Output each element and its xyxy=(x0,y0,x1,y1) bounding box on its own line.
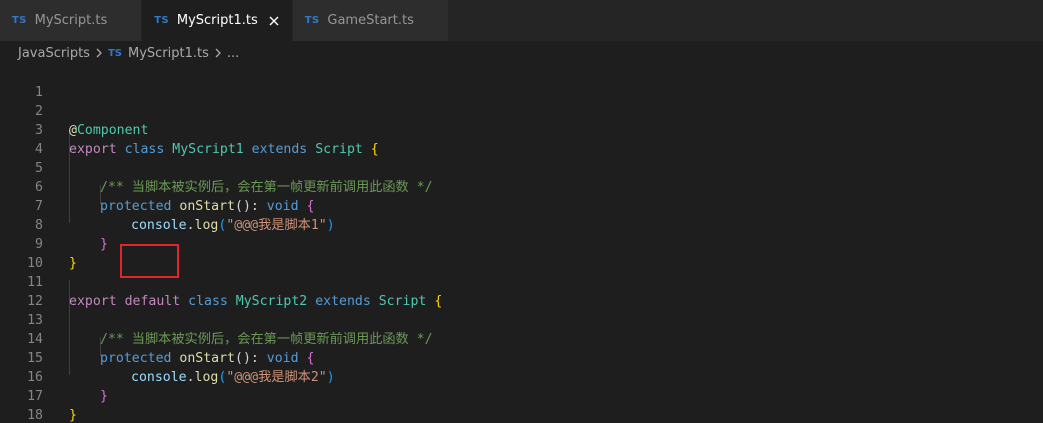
tab-myscript[interactable]: TS MyScript.ts xyxy=(0,0,143,41)
breadcrumb-folder[interactable]: JavaScripts xyxy=(18,46,90,61)
code-line: 18 xyxy=(0,387,1043,423)
code-line: 1 xyxy=(0,64,1043,100)
close-icon[interactable] xyxy=(266,13,282,29)
tab-label: GameStart.ts xyxy=(327,13,414,28)
breadcrumb-more[interactable]: ... xyxy=(227,46,239,61)
code-line: 8 } xyxy=(0,197,1043,252)
tab-label: MyScript1.ts xyxy=(176,13,258,28)
code-line: 14 protected onStart(): void { xyxy=(0,311,1043,366)
code-line: 7 console.log("@@@我是脚本1") xyxy=(0,178,1043,233)
typescript-file-icon: TS xyxy=(154,15,169,26)
annotation-highlight-box xyxy=(120,244,179,278)
code-line: 15 console.log("@@@我是脚本2") xyxy=(0,330,1043,385)
code-editor: TS MyScript.ts TS MyScript1.ts TS GameSt… xyxy=(0,0,1043,423)
tab-gamestart[interactable]: TS GameStart.ts xyxy=(292,0,449,41)
code-line: 13 /** 当脚本被实例后，会在第一帧更新前调用此函数 */ xyxy=(0,292,1043,347)
chevron-right-icon xyxy=(95,48,103,58)
code-line: 17 } xyxy=(0,368,1043,423)
chevron-right-icon xyxy=(214,48,222,58)
breadcrumb: JavaScripts TS MyScript1.ts ... xyxy=(0,41,1043,65)
breadcrumb-file[interactable]: MyScript1.ts xyxy=(128,46,209,61)
code-line: 4 xyxy=(0,121,1043,157)
code-line: 3 export class MyScript1 extends Script … xyxy=(0,102,1043,157)
tab-bar: TS MyScript.ts TS MyScript1.ts TS GameSt… xyxy=(0,0,1043,41)
typescript-file-icon: TS xyxy=(107,47,122,59)
code-line: 16 } xyxy=(0,349,1043,404)
typescript-file-icon: TS xyxy=(304,15,320,26)
code-line: 2 @Component xyxy=(0,83,1043,138)
typescript-file-icon: TS xyxy=(12,15,27,26)
code-line: 6 protected onStart(): void { xyxy=(0,159,1043,214)
tab-label: MyScript.ts xyxy=(34,13,108,28)
code-line: 5 /** 当脚本被实例后，会在第一帧更新前调用此函数 */ xyxy=(0,140,1043,195)
code-line: 9 } xyxy=(0,216,1043,271)
tab-myscript1[interactable]: TS MyScript1.ts xyxy=(142,0,293,41)
code-line: 19 xyxy=(0,406,1043,423)
